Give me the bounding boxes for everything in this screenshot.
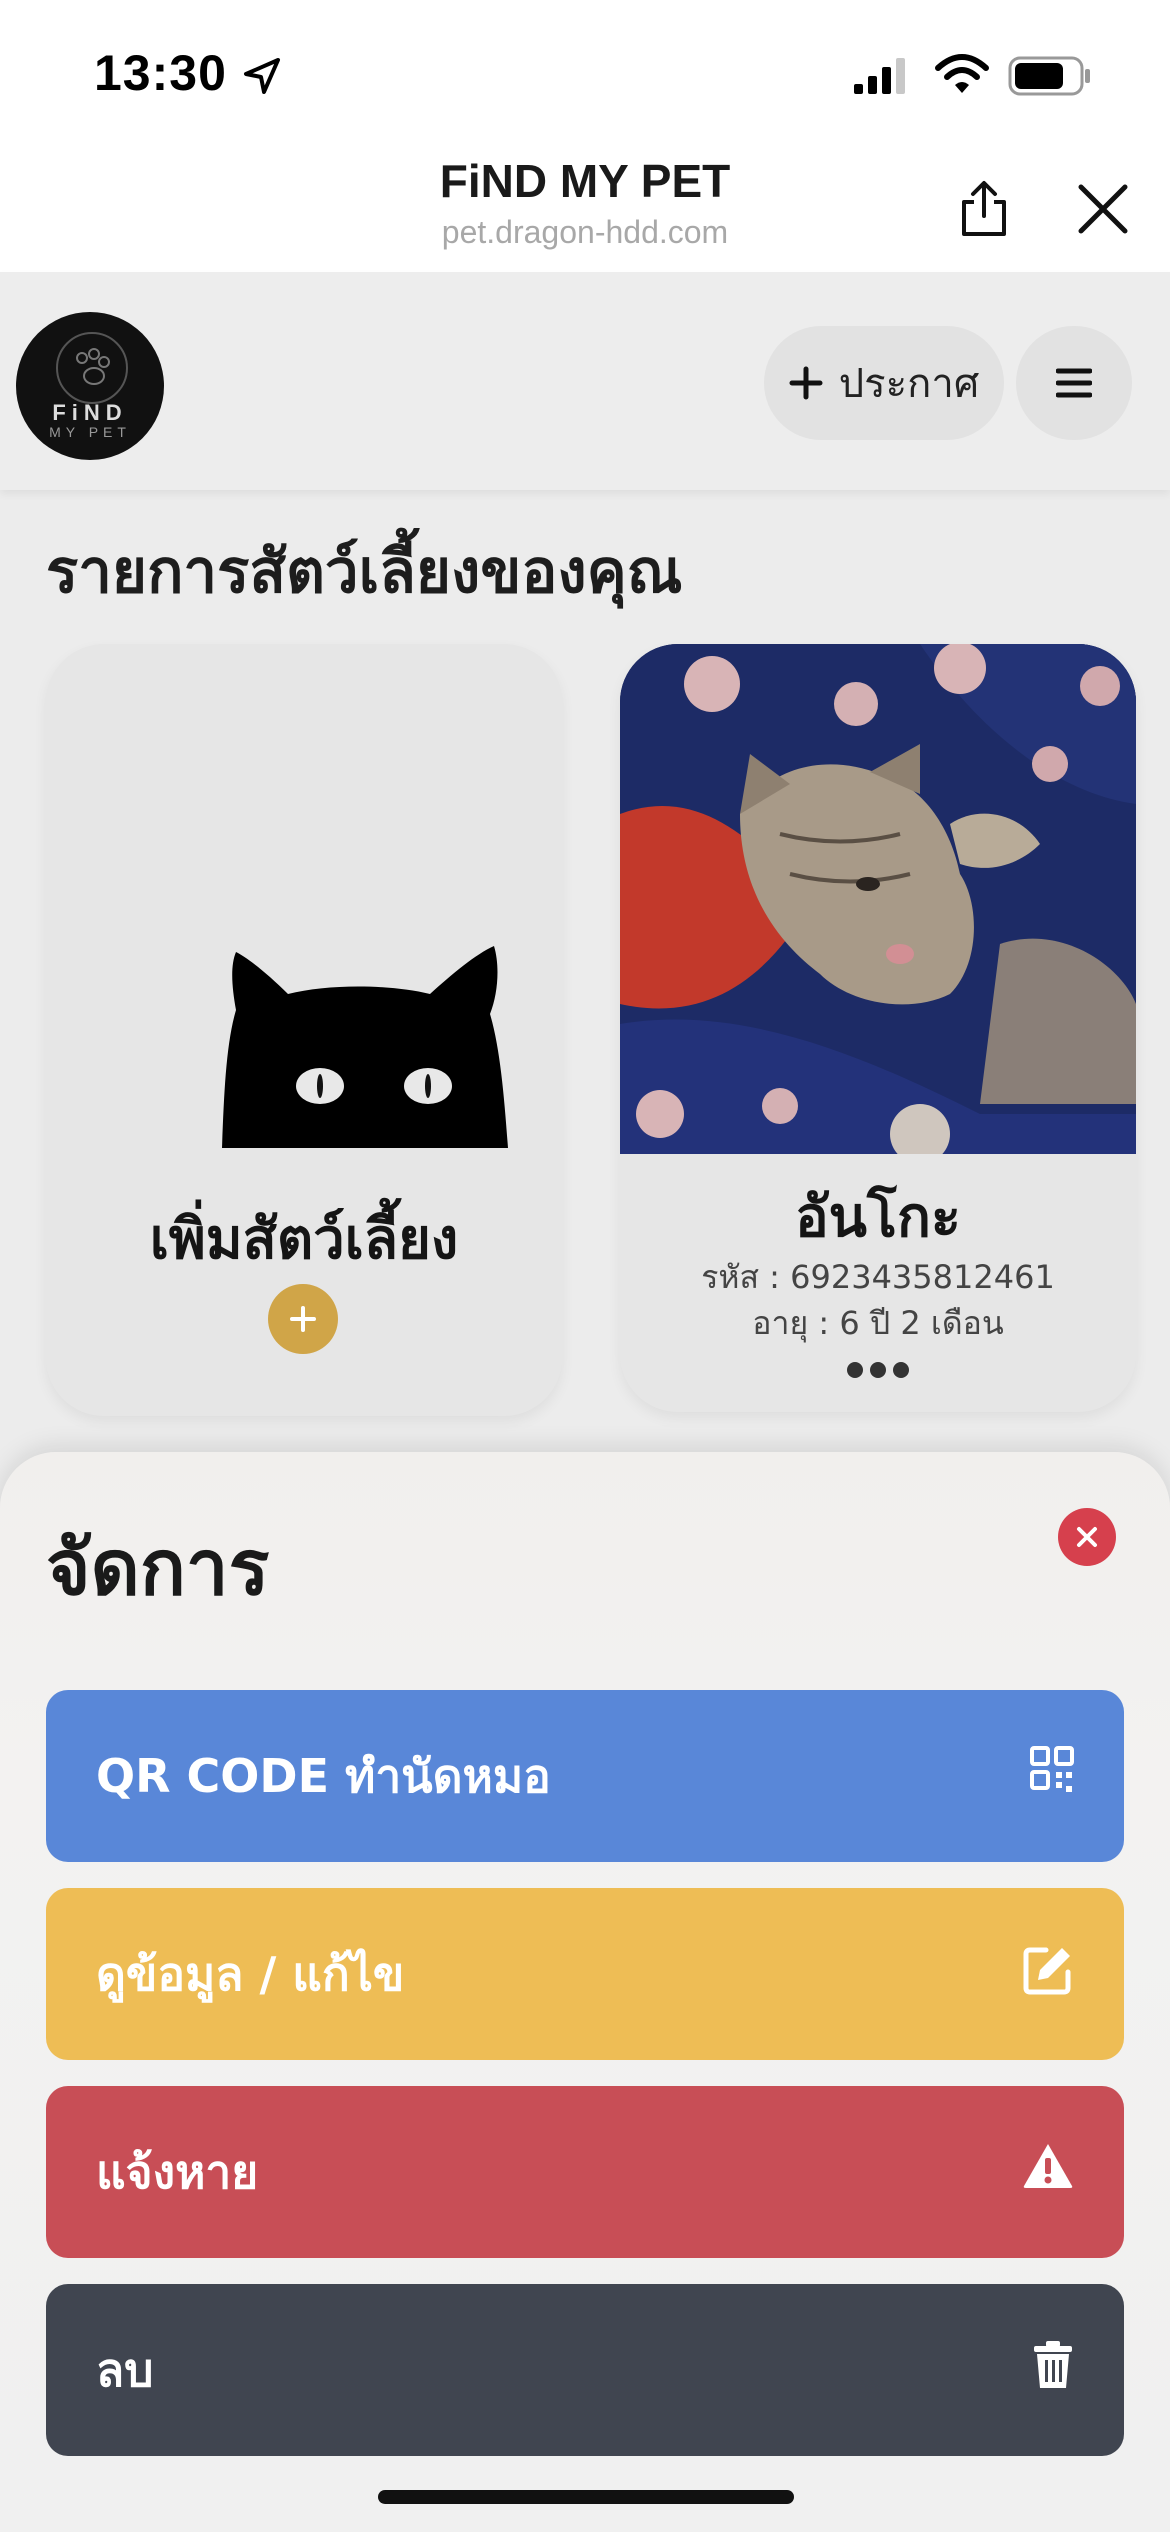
edit-icon [1023,1947,1071,1995]
cellular-signal-icon [854,58,905,94]
status-bar: 13:30 [0,0,1170,140]
action-label: แจ้งหาย [96,2145,259,2199]
logo-subtext: MY PET [49,424,131,440]
pets-heading: รายการสัตว์เลี้ยงของคุณ [46,537,683,607]
paw-icon [56,332,128,404]
add-pet-card[interactable]: เพิ่มสัตว์เลี้ยง [46,644,562,1416]
pet-code: รหัส : 6923435812461 [701,1258,1055,1296]
wifi-icon [935,54,989,93]
manage-bottom-sheet: จัดการ QR CODE ทำนัดหมอ ดูข้อมูล / แก้ไข… [0,1452,1170,2532]
trash-icon [1034,2341,1072,2388]
add-pet-label: เพิ่มสัตว์เลี้ยง [149,1207,459,1272]
action-label: ลบ [96,2343,154,2397]
status-time: 13:30 [94,45,227,101]
pet-age: อายุ : 6 ปี 2 เดือน [752,1304,1004,1342]
view-edit-button[interactable]: ดูข้อมูล / แก้ไข [46,1888,1124,2060]
warning-icon [1023,2144,1073,2188]
share-icon[interactable] [954,178,1014,238]
location-arrow-icon [244,58,280,94]
close-icon [1077,1527,1097,1547]
announce-button[interactable]: ประกาศ [764,326,1004,440]
more-options-icon[interactable] [845,1360,911,1380]
logo-text: FiND [52,400,128,425]
cat-silhouette-icon [222,946,508,1148]
menu-button[interactable] [1016,326,1132,440]
report-lost-button[interactable]: แจ้งหาย [46,2086,1124,2258]
add-pet-plus-button[interactable] [268,1284,338,1354]
action-label: QR CODE ทำนัดหมอ [96,1749,551,1803]
qrcode-icon [1030,1746,1074,1792]
qr-code-appointment-button[interactable]: QR CODE ทำนัดหมอ [46,1690,1124,1862]
sheet-close-button[interactable] [1058,1508,1116,1566]
battery-icon [1008,56,1090,96]
app-navbar: FiND MY PET ประกาศ [0,272,1170,490]
action-label: ดูข้อมูล / แก้ไข [96,1947,405,2001]
logo[interactable]: FiND MY PET [16,312,164,460]
delete-button[interactable]: ลบ [46,2284,1124,2456]
pet-photo [620,644,1136,1154]
home-indicator [378,2490,794,2504]
pet-name: อันโกะ [795,1185,961,1250]
plus-icon [789,366,823,400]
close-icon[interactable] [1076,182,1130,236]
pet-card[interactable]: อันโกะ รหัส : 6923435812461 อายุ : 6 ปี … [620,644,1136,1412]
hamburger-icon [1056,368,1092,398]
announce-label: ประกาศ [838,361,980,407]
browser-header: FiND MY PET pet.dragon-hdd.com [0,140,1170,272]
plus-icon [290,1306,316,1332]
sheet-title: จัดการ [46,1523,270,1612]
